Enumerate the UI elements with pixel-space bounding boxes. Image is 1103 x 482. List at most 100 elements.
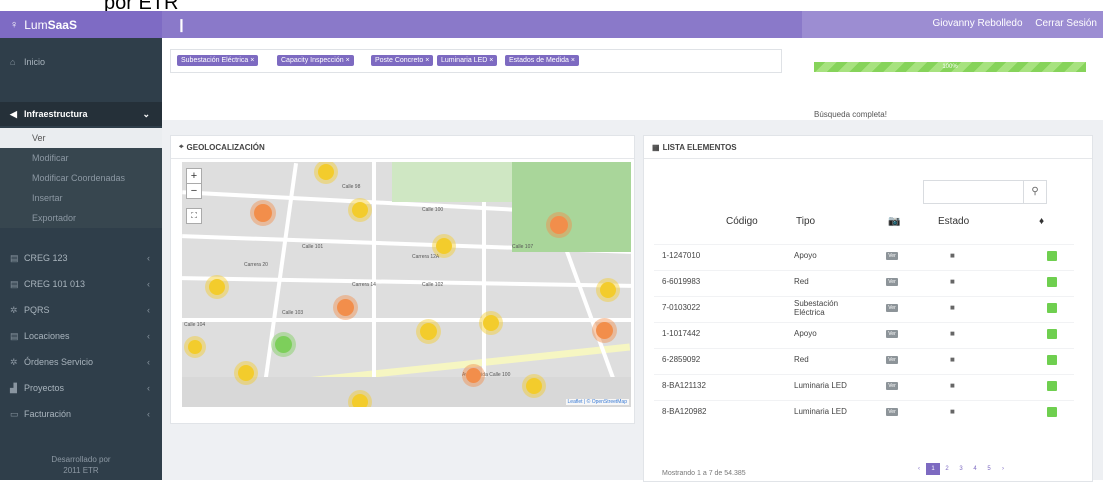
marker-cluster[interactable] [238,365,254,381]
table-row[interactable]: 1-1017442 Apoyo Ver ■ [654,322,1074,344]
page-1[interactable]: 1 [926,463,940,475]
page-prev[interactable]: ‹ [912,463,926,475]
trash-icon[interactable]: ■ [950,303,955,312]
trash-icon[interactable]: ■ [950,381,955,390]
sidebar-item-facturacion[interactable]: ▭ Facturación ‹ [0,402,162,426]
logout-link[interactable]: Cerrar Sesión [1035,18,1097,29]
marker-cluster[interactable] [188,340,202,354]
marker-cluster[interactable] [420,323,437,340]
filter-chip[interactable]: Capacity Inspección × [277,55,354,66]
photo-info-button[interactable]: Ver [886,303,898,312]
map-attribution[interactable]: Leaflet | © OpenStreetMap [565,399,629,405]
photo-info-button[interactable]: Ver [886,381,898,390]
photo-info-button[interactable]: Ver [886,277,898,286]
page-2[interactable]: 2 [940,463,954,475]
chevron-left-icon: ‹ [147,357,150,367]
column-header-tipo[interactable]: Tipo [796,216,815,227]
sidebar-subitem-label: Exportador [32,213,77,223]
filter-chip[interactable]: Luminaria LED × [437,55,498,66]
page-3[interactable]: 3 [954,463,968,475]
sidebar-item-infraestructura[interactable]: ◀ Infraestructura ⌄ [0,102,162,126]
filter-chip[interactable]: Poste Concreto × [371,55,434,66]
sidebar-subitem-modificar-coordenadas[interactable]: Modificar Coordenadas [0,168,162,188]
sidebar-item-proyectos[interactable]: ▟ Proyectos ‹ [0,376,162,400]
table-search-field[interactable]: ⚲ [923,180,1047,204]
brand[interactable]: ♀ Lum SaaS [0,11,162,38]
marker-cluster[interactable] [337,299,354,316]
marker-cluster[interactable] [436,238,452,254]
sidebar-item-creg-123[interactable]: ▤ CREG 123 ‹ [0,246,162,270]
marker-cluster[interactable] [254,204,272,222]
column-header-actions[interactable]: ♦ [1039,216,1044,227]
marker-cluster[interactable] [600,282,616,298]
search-icon[interactable]: ⚲ [1023,181,1046,203]
sidebar-subitem-label: Modificar [32,153,69,163]
sidebar-subitem-ver[interactable]: Ver [0,128,162,148]
table-row[interactable]: 6-2859092 Red Ver ■ [654,348,1074,370]
map[interactable]: Calle 98 Calle 100 Calle 101 Calle 102 C… [182,162,631,407]
sidebar-subitem-insertar[interactable]: Insertar [0,188,162,208]
marker-cluster[interactable] [352,394,368,407]
chevron-left-icon: ‹ [147,383,150,393]
marker-cluster[interactable] [466,368,481,383]
sidebar-item-ordenes-servicio[interactable]: ✲ Órdenes Servicio ‹ [0,350,162,374]
edit-status-button[interactable] [1047,276,1057,287]
edit-status-button[interactable] [1047,380,1057,391]
brand-prefix: Lum [24,17,48,32]
zoom-out-button[interactable]: − [186,183,202,199]
table-row[interactable]: 7-0103022 Subestación Eléctrica Ver ■ [654,296,1074,318]
chevron-left-icon: ‹ [147,253,150,263]
photo-info-button[interactable]: Ver [886,251,898,260]
zoom-in-button[interactable]: + [186,168,202,184]
filter-chip[interactable]: Estados de Medida × [505,55,579,66]
trash-icon[interactable]: ■ [950,407,955,416]
marker-cluster[interactable] [318,164,334,180]
table-row[interactable]: 1-1247010 Apoyo Ver ■ [654,244,1074,266]
column-header-estado[interactable]: Estado [938,216,969,227]
cell-codigo: 6-2859092 [662,355,701,364]
page-next[interactable]: › [996,463,1010,475]
photo-info-button[interactable]: Ver [886,329,898,338]
marker-cluster[interactable] [550,216,568,234]
page-5[interactable]: 5 [982,463,996,475]
sidebar-item-inicio[interactable]: ⌂ Inicio [0,50,162,74]
column-header-photo[interactable]: 📷 [888,216,900,227]
trash-icon[interactable]: ■ [950,251,955,260]
photo-info-button[interactable]: Ver [886,407,898,416]
table-row[interactable]: 8-BA121132 Luminaria LED Ver ■ [654,374,1074,396]
sidebar-subitem-exportador[interactable]: Exportador [0,208,162,228]
edit-status-button[interactable] [1047,250,1057,261]
chevron-left-icon: ◀ [10,108,17,119]
cell-tipo: Subestación Eléctrica [794,298,839,317]
filter-box[interactable]: Subestación Eléctrica × Capacity Inspecc… [170,49,782,73]
column-header-codigo[interactable]: Código [726,216,758,227]
sidebar-item-pqrs[interactable]: ✲ PQRS ‹ [0,298,162,322]
marker-cluster[interactable] [526,378,542,394]
trash-icon[interactable]: ■ [950,355,955,364]
sidebar-item-locaciones[interactable]: ▤ Locaciones ‹ [0,324,162,348]
trash-icon[interactable]: ■ [950,329,955,338]
page-4[interactable]: 4 [968,463,982,475]
filter-chip[interactable]: Subestación Eléctrica × [177,55,259,66]
marker-cluster[interactable] [596,322,613,339]
sidebar-item-creg-101[interactable]: ▤ CREG 101 013 ‹ [0,272,162,296]
street-label: Calle 98 [342,184,361,190]
footer-credit: Desarrollado por [51,455,111,464]
fullscreen-button[interactable]: ⛶ [186,208,202,224]
marker-cluster[interactable] [483,315,499,331]
photo-info-button[interactable]: Ver [886,355,898,364]
table-row[interactable]: 8-BA120982 Luminaria LED Ver ■ [654,400,1074,422]
marker-cluster[interactable] [209,279,225,295]
edit-status-button[interactable] [1047,328,1057,339]
table-row[interactable]: 6-6019983 Red Ver ■ [654,270,1074,292]
trash-icon[interactable]: ■ [950,277,955,286]
edit-status-button[interactable] [1047,302,1057,313]
sidebar-subitem-modificar[interactable]: Modificar [0,148,162,168]
marker-cluster[interactable] [275,336,292,353]
sidebar-item-label: Infraestructura [24,109,88,119]
marker-cluster[interactable] [352,202,368,218]
edit-status-button[interactable] [1047,354,1057,365]
edit-status-button[interactable] [1047,406,1057,417]
user-name[interactable]: Giovanny Rebolledo [932,18,1022,29]
menu-icon[interactable]: ❙ [176,17,187,33]
